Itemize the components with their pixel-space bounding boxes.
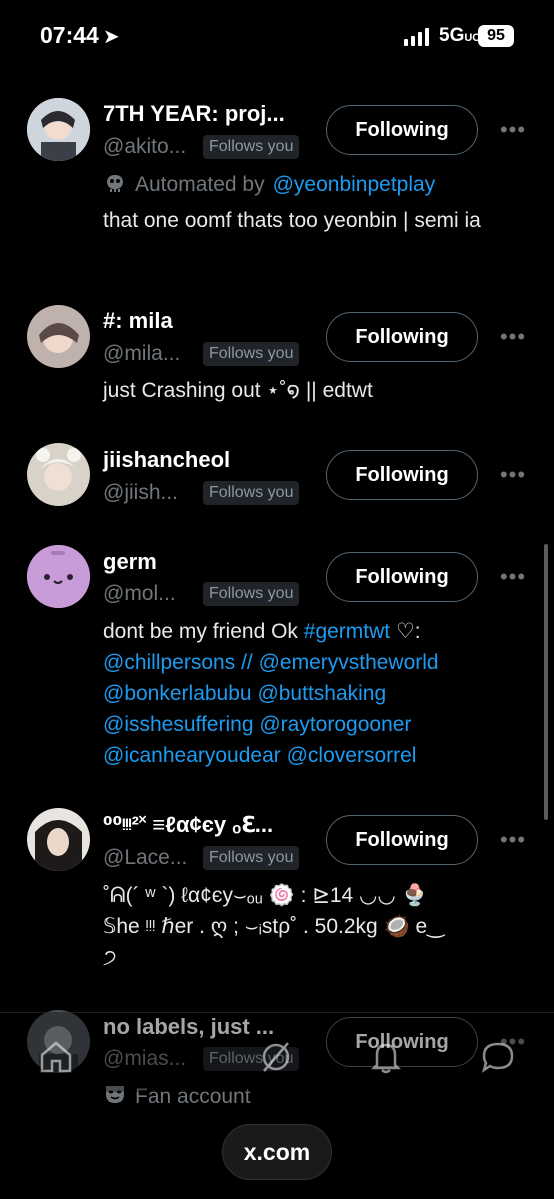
display-name[interactable]: ⁰⁰ᵎᵎᵎ²˟ ≡ℓα¢єу ₒℇ... — [103, 812, 273, 838]
more-options-icon[interactable]: ••• — [498, 326, 528, 348]
following-button[interactable]: Following — [326, 450, 478, 500]
mention-link[interactable]: @emeryvstheworld — [259, 651, 439, 674]
bot-icon — [103, 170, 127, 200]
battery-icon: 95 — [478, 25, 514, 47]
status-time: 07:44 ➤ — [40, 22, 120, 48]
mention-link[interactable]: @buttshaking — [257, 682, 386, 705]
mention-link[interactable]: @icanhearyoudear — [103, 744, 281, 767]
avatar[interactable] — [27, 305, 90, 368]
handle: @jiish... — [103, 481, 178, 504]
bio-line: ੭ — [103, 946, 117, 969]
automated-by-link[interactable]: @yeonbinpetplay — [273, 173, 436, 197]
home-icon[interactable] — [38, 1039, 74, 1075]
automated-prefix: Automated by — [135, 173, 265, 196]
follows-you-badge: Follows you — [203, 582, 300, 606]
handle: @akito... — [103, 135, 187, 158]
avatar[interactable] — [27, 98, 90, 161]
more-options-icon[interactable]: ••• — [498, 829, 528, 851]
mention-link[interactable]: @cloversorrel — [287, 744, 417, 767]
hashtag-link[interactable]: #germtwt — [304, 620, 390, 643]
display-name[interactable]: #: mila — [103, 308, 173, 334]
scrollbar[interactable] — [544, 544, 548, 820]
bio-separator: // — [241, 651, 253, 674]
avatar[interactable] — [27, 443, 90, 506]
following-button[interactable]: Following — [326, 312, 478, 362]
follows-you-badge: Follows you — [203, 846, 300, 870]
mention-link[interactable]: @bonkerlabubu — [103, 682, 252, 705]
handle: @Lace... — [103, 846, 188, 869]
mention-link[interactable]: @isshesuffering — [103, 713, 254, 736]
following-button[interactable]: Following — [326, 105, 478, 155]
following-button[interactable]: Following — [326, 815, 478, 865]
notifications-icon[interactable] — [368, 1039, 404, 1075]
follows-you-badge: Follows you — [203, 342, 300, 366]
mention-link[interactable]: @raytorogooner — [259, 713, 411, 736]
browser-url-pill[interactable]: x.com — [222, 1124, 332, 1180]
location-arrow-icon: ➤ — [102, 26, 120, 48]
bio-line: 𝕊he ᵎᵎᵎ ℏer . ღ ; ⌣ᵢstρ˚ . 50.2kg 🥥 e‿ — [103, 915, 445, 938]
following-button[interactable]: Following — [326, 552, 478, 602]
handle: @mol... — [103, 582, 176, 605]
bio: that one oomf thats too yeonbin | semi i… — [103, 209, 481, 232]
more-options-icon[interactable]: ••• — [498, 464, 528, 486]
follows-you-badge: Follows you — [203, 135, 300, 159]
follows-you-badge: Follows you — [203, 481, 300, 505]
display-name[interactable]: jiishancheol — [103, 447, 230, 473]
more-options-icon[interactable]: ••• — [498, 119, 528, 141]
status-bar: 07:44 ➤ 5GUC 95 — [0, 0, 554, 76]
bio-text: dont be my friend Ok — [103, 620, 304, 643]
handle: @mila... — [103, 342, 181, 365]
bottom-tab-bar — [0, 1012, 554, 1092]
bio-line: ˚ᕱ(´ ʷ `) ℓα¢єу⌣ₒᵤ 🍥 : ⊵14 ◡◡ 🍨 — [103, 884, 428, 907]
automated-label: Automated by @yeonbinpetplay — [103, 170, 435, 200]
mention-link[interactable]: @chillpersons — [103, 651, 235, 674]
grok-icon[interactable] — [258, 1039, 294, 1075]
bio-text: ♡: — [390, 620, 421, 643]
signal-icon — [404, 28, 429, 46]
avatar[interactable] — [27, 808, 90, 871]
more-options-icon[interactable]: ••• — [498, 566, 528, 588]
display-name[interactable]: germ — [103, 549, 157, 575]
bio: just Crashing out ⋆˚໑ || edtwt — [103, 379, 373, 402]
messages-icon[interactable] — [480, 1039, 516, 1075]
display-name[interactable]: 7TH YEAR: proj... — [103, 101, 285, 127]
bio: ˚ᕱ(´ ʷ `) ℓα¢єу⌣ₒᵤ 🍥 : ⊵14 ◡◡ 🍨 𝕊he ᵎᵎᵎ … — [103, 880, 523, 973]
avatar[interactable] — [27, 545, 90, 608]
bio: dont be my friend Ok #germtwt ♡: @chillp… — [103, 616, 523, 771]
network-label: 5GUC — [439, 25, 481, 46]
